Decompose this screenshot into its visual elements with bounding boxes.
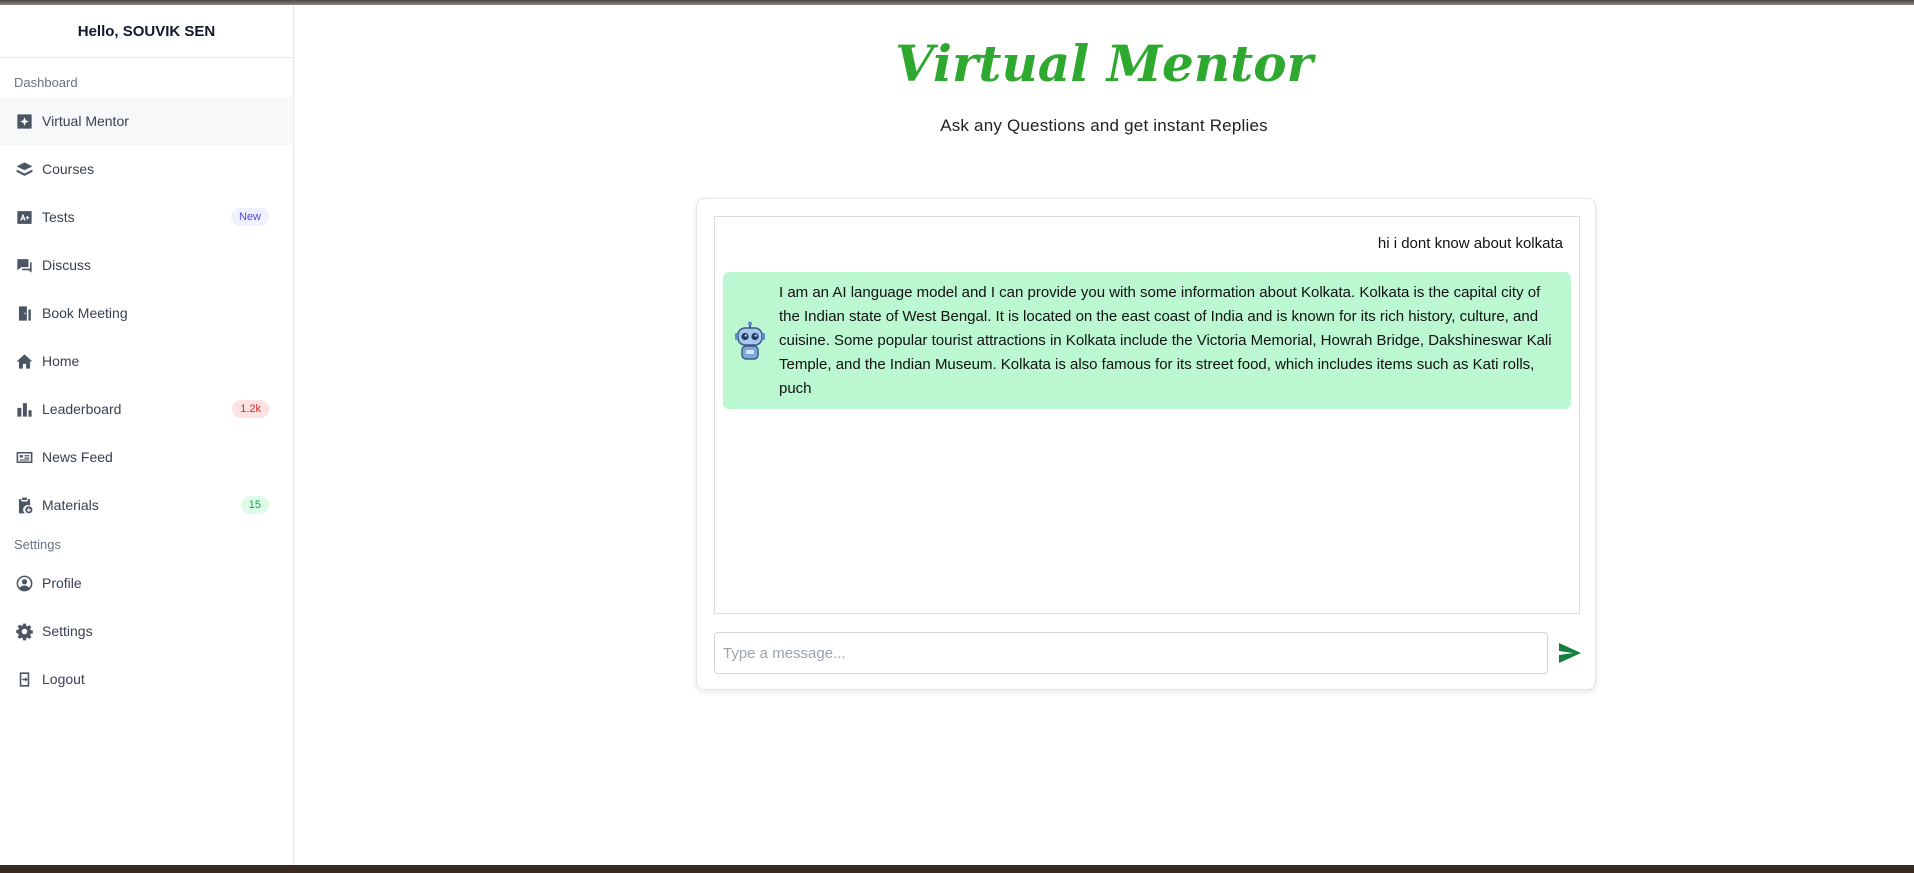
materials-count-badge: 15	[240, 496, 269, 514]
page-title: Virtual Mentor	[895, 34, 1313, 93]
send-button[interactable]	[1558, 642, 1582, 664]
home-icon	[14, 351, 34, 371]
sidebar-item-logout[interactable]: Logout	[0, 655, 293, 703]
user-message: hi i dont know about kolkata	[1377, 235, 1563, 252]
sidebar-item-settings[interactable]: Settings	[0, 607, 293, 655]
sidebar: Hello, SOUVIK SEN Dashboard Virtual Ment…	[0, 5, 294, 865]
new-badge: New	[230, 208, 269, 226]
message-input[interactable]	[714, 632, 1548, 674]
message-composer	[714, 632, 1582, 674]
sidebar-item-label: Profile	[42, 575, 82, 591]
sidebar-item-tests[interactable]: Tests New	[0, 193, 293, 241]
sidebar-item-label: Book Meeting	[42, 305, 128, 321]
chat-panel: hi i dont know about kolkata I am an AI …	[696, 198, 1596, 690]
sidebar-item-courses[interactable]: Courses	[0, 145, 293, 193]
clipboard-icon	[14, 495, 34, 515]
sparkle-icon	[14, 111, 34, 131]
robot-avatar-icon	[735, 321, 765, 360]
sidebar-item-label: Leaderboard	[42, 401, 122, 417]
gear-icon	[14, 621, 34, 641]
sidebar-item-virtual-mentor[interactable]: Virtual Mentor	[0, 97, 293, 145]
sidebar-item-home[interactable]: Home	[0, 337, 293, 385]
leaderboard-count-badge: 1.2k	[232, 400, 269, 418]
page-subtitle: Ask any Questions and get instant Replie…	[940, 116, 1268, 135]
chat-icon	[14, 255, 34, 275]
section-label-settings: Settings	[14, 536, 61, 552]
sidebar-item-label: Materials	[42, 497, 99, 513]
sidebar-item-news-feed[interactable]: News Feed	[0, 433, 293, 481]
section-label-dashboard: Dashboard	[14, 74, 78, 90]
bot-message-text: I am an AI language model and I can prov…	[779, 283, 1552, 397]
sidebar-item-label: Courses	[42, 161, 95, 177]
door-icon	[14, 303, 34, 323]
sidebar-item-book-meeting[interactable]: Book Meeting	[0, 289, 293, 337]
window-bottom-edge	[0, 865, 1914, 873]
sidebar-item-materials[interactable]: Materials 15	[0, 481, 293, 529]
user-greeting: Hello, SOUVIK SEN	[0, 5, 293, 58]
logout-icon	[14, 669, 34, 689]
layers-icon	[14, 159, 34, 179]
sidebar-item-label: Settings	[42, 623, 93, 639]
sidebar-item-discuss[interactable]: Discuss	[0, 241, 293, 289]
sidebar-item-label: Tests	[42, 209, 75, 225]
message-list[interactable]: hi i dont know about kolkata I am an AI …	[714, 216, 1580, 614]
send-icon	[1559, 643, 1581, 663]
sidebar-item-leaderboard[interactable]: Leaderboard 1.2k	[0, 385, 293, 433]
grade-icon	[14, 207, 34, 227]
bar-chart-icon	[14, 399, 34, 419]
sidebar-item-label: Discuss	[42, 257, 92, 273]
sidebar-item-label: News Feed	[42, 449, 113, 465]
sidebar-item-label: Home	[42, 353, 80, 369]
newspaper-icon	[14, 447, 34, 467]
sidebar-item-profile[interactable]: Profile	[0, 559, 293, 607]
bot-message: I am an AI language model and I can prov…	[723, 272, 1571, 409]
sidebar-item-label: Virtual Mentor	[42, 113, 129, 129]
user-circle-icon	[14, 573, 34, 593]
sidebar-item-label: Logout	[42, 671, 85, 687]
